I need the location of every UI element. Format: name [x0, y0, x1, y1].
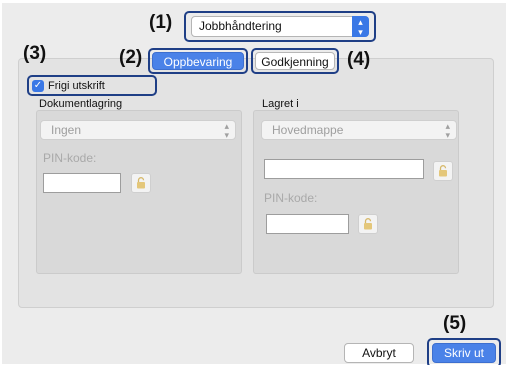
document-storage-select[interactable]: Ingen ▴ ▾ — [40, 120, 236, 140]
cancel-button[interactable]: Avbryt — [344, 343, 414, 363]
lock-icon[interactable] — [358, 214, 378, 234]
callout-4: (4) — [347, 49, 371, 70]
tab-approval[interactable]: Godkjenning — [255, 52, 335, 70]
job-handling-select[interactable]: Jobbhåndtering ▴ ▾ — [191, 16, 369, 37]
callout-2: (2) — [119, 47, 143, 68]
tab-storage[interactable]: Oppbevaring — [152, 52, 244, 70]
callout-5: (5) — [443, 313, 467, 334]
select-arrows-icon: ▴ ▾ — [352, 16, 369, 37]
select-arrows-icon: ▴ ▾ — [224, 121, 229, 140]
pin-label-left: PIN-kode: — [43, 151, 97, 165]
pin-label-right: PIN-kode: — [264, 191, 318, 205]
folder-path-input[interactable] — [264, 159, 424, 179]
stored-in-value: Hovedmappe — [272, 123, 344, 137]
lock-icon[interactable] — [131, 173, 151, 193]
stored-in-select[interactable]: Hovedmappe ▴ ▾ — [261, 120, 457, 140]
select-arrows-icon: ▴ ▾ — [445, 121, 450, 140]
document-storage-value: Ingen — [51, 123, 82, 137]
lock-icon[interactable] — [433, 161, 453, 181]
checkmark-icon[interactable]: ✓ — [32, 80, 44, 92]
pin-input-left[interactable] — [43, 173, 121, 193]
job-handling-value: Jobbhåndtering — [199, 19, 282, 33]
release-print-label: Frigi utskrift — [48, 80, 105, 92]
callout-1: (1) — [149, 12, 173, 33]
pin-input-right[interactable] — [266, 214, 349, 234]
print-button[interactable]: Skriv ut — [432, 343, 496, 363]
callout-3: (3) — [23, 43, 47, 64]
